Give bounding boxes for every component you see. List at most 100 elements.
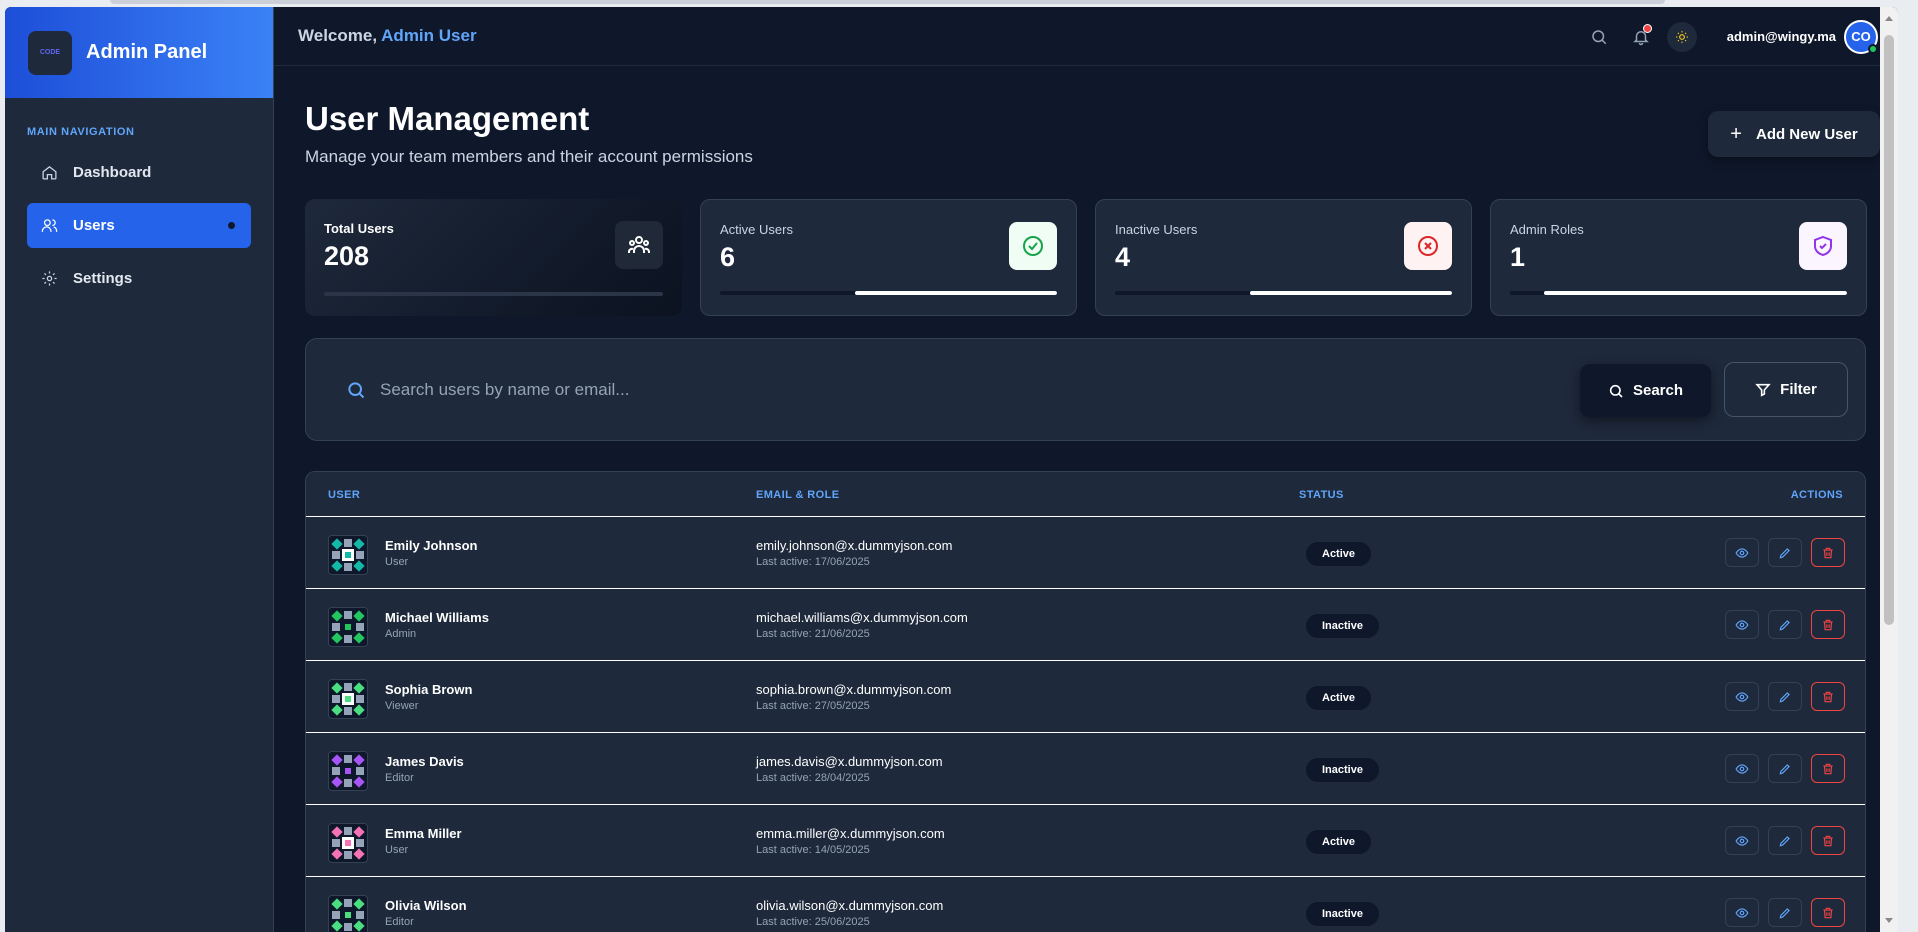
- add-new-user-button[interactable]: + Add New User: [1708, 111, 1880, 157]
- status-badge: Active: [1306, 542, 1372, 566]
- stat-progress-fill: [854, 291, 1057, 295]
- edit-user-button[interactable]: [1768, 826, 1802, 855]
- gear-icon: [42, 271, 57, 286]
- table-row[interactable]: Olivia Wilson Editor olivia.wilson@x.dum…: [306, 877, 1865, 932]
- table-header: USER EMAIL & ROLE STATUS ACTIONS: [306, 472, 1865, 517]
- brand-title: Admin Panel: [86, 41, 208, 63]
- row-actions: [1716, 610, 1845, 639]
- user-identicon: [328, 823, 368, 863]
- eye-icon: [1735, 835, 1749, 846]
- user-avatar[interactable]: CO: [1844, 19, 1878, 54]
- user-name: Olivia Wilson: [385, 898, 467, 913]
- scroll-up-arrow[interactable]: [1885, 16, 1893, 21]
- view-user-button[interactable]: [1725, 682, 1759, 711]
- eye-icon: [1735, 763, 1749, 774]
- last-active: Last active: 21/06/2025: [756, 628, 870, 640]
- delete-user-button[interactable]: [1811, 538, 1845, 567]
- browser-top-strip: [110, 0, 1665, 4]
- delete-user-button[interactable]: [1811, 754, 1845, 783]
- trash-icon: [1823, 547, 1833, 558]
- sidebar-item-dashboard[interactable]: Dashboard: [27, 150, 251, 195]
- delete-user-button[interactable]: [1811, 826, 1845, 855]
- user-name: Sophia Brown: [385, 682, 473, 697]
- trash-icon: [1823, 691, 1833, 702]
- brand-logo[interactable]: CODE: [28, 30, 72, 75]
- check-circle-icon: [1009, 222, 1057, 270]
- column-header-user[interactable]: USER: [328, 489, 360, 501]
- view-user-button[interactable]: [1725, 826, 1759, 855]
- view-user-button[interactable]: [1725, 538, 1759, 567]
- edit-user-button[interactable]: [1768, 682, 1802, 711]
- edit-user-button[interactable]: [1768, 754, 1802, 783]
- edit-user-button[interactable]: [1768, 610, 1802, 639]
- vertical-scrollbar[interactable]: [1880, 7, 1898, 932]
- search-input[interactable]: [380, 369, 1280, 411]
- header-actions: admin@wingy.ma CO: [1583, 7, 1880, 66]
- user-role: Editor: [385, 772, 414, 784]
- brand-logo-text: CODE: [39, 49, 61, 56]
- trash-icon: [1823, 619, 1833, 630]
- scrollbar-thumb[interactable]: [1884, 35, 1894, 625]
- stat-label: Admin Roles: [1510, 222, 1584, 237]
- notification-badge: [1642, 23, 1652, 33]
- trash-icon: [1823, 835, 1833, 846]
- view-user-button[interactable]: [1725, 898, 1759, 927]
- online-status-dot: [1868, 43, 1878, 54]
- user-name: Emma Miller: [385, 826, 462, 841]
- trash-icon: [1823, 907, 1833, 918]
- search-panel: Search Filter: [305, 338, 1866, 441]
- filter-button[interactable]: Filter: [1724, 362, 1848, 417]
- scroll-down-arrow[interactable]: [1885, 918, 1893, 923]
- column-header-status[interactable]: STATUS: [1299, 489, 1344, 501]
- stat-label: Total Users: [324, 221, 394, 236]
- eye-icon: [1735, 619, 1749, 630]
- column-header-actions: ACTIONS: [1790, 489, 1843, 501]
- header-search-button[interactable]: [1583, 21, 1615, 53]
- user-email: michael.williams@x.dummyjson.com: [756, 610, 968, 625]
- sidebar: CODE Admin Panel MAIN NAVIGATION Dashboa…: [5, 7, 274, 932]
- stat-value: 1: [1510, 242, 1526, 272]
- stat-card-admin-roles: Admin Roles 1: [1490, 199, 1867, 316]
- view-user-button[interactable]: [1725, 610, 1759, 639]
- page-title: User Management: [305, 100, 590, 137]
- user-email[interactable]: admin@wingy.ma: [1727, 29, 1836, 44]
- last-active: Last active: 28/04/2025: [756, 772, 870, 784]
- delete-user-button[interactable]: [1811, 898, 1845, 927]
- welcome-prefix: Welcome,: [298, 26, 378, 45]
- edit-user-button[interactable]: [1768, 898, 1802, 927]
- nav-heading: MAIN NAVIGATION: [27, 126, 135, 138]
- pencil-icon: [1779, 619, 1790, 630]
- sidebar-item-settings[interactable]: Settings: [27, 256, 251, 301]
- search-button[interactable]: Search: [1580, 364, 1711, 417]
- home-icon: [42, 166, 57, 180]
- eye-icon: [1735, 547, 1749, 558]
- page-subtitle: Manage your team members and their accou…: [305, 147, 753, 166]
- stat-card-inactive-users: Inactive Users 4: [1095, 199, 1472, 316]
- theme-toggle-button[interactable]: [1666, 21, 1697, 52]
- delete-user-button[interactable]: [1811, 610, 1845, 639]
- user-role: Viewer: [385, 700, 419, 712]
- table-row[interactable]: James Davis Editor james.davis@x.dummyjs…: [306, 733, 1865, 805]
- main-navigation: Dashboard Users Settings: [5, 150, 273, 301]
- table-row[interactable]: Emma Miller User emma.miller@x.dummyjson…: [306, 805, 1865, 877]
- table-row[interactable]: Michael Williams Admin michael.williams@…: [306, 589, 1865, 661]
- view-user-button[interactable]: [1725, 754, 1759, 783]
- user-identicon: [328, 607, 368, 647]
- edit-user-button[interactable]: [1768, 538, 1802, 567]
- user-name: Emily Johnson: [385, 538, 478, 553]
- notifications-button[interactable]: [1625, 21, 1657, 53]
- sidebar-item-users[interactable]: Users: [27, 203, 251, 248]
- status-badge: Active: [1306, 686, 1372, 710]
- column-header-email-role[interactable]: EMAIL & ROLE: [756, 489, 839, 501]
- stat-progress-fill: [1543, 291, 1847, 295]
- table-row[interactable]: Emily Johnson User emily.johnson@x.dummy…: [306, 517, 1865, 589]
- main-content: User Management Manage your team members…: [274, 66, 1880, 932]
- user-name: Michael Williams: [385, 610, 489, 625]
- table-row[interactable]: Sophia Brown Viewer sophia.brown@x.dummy…: [306, 661, 1865, 733]
- pencil-icon: [1779, 547, 1790, 558]
- stat-label: Active Users: [720, 222, 793, 237]
- delete-user-button[interactable]: [1811, 682, 1845, 711]
- search-icon: [1609, 384, 1623, 398]
- pencil-icon: [1779, 835, 1790, 846]
- row-actions: [1716, 898, 1845, 927]
